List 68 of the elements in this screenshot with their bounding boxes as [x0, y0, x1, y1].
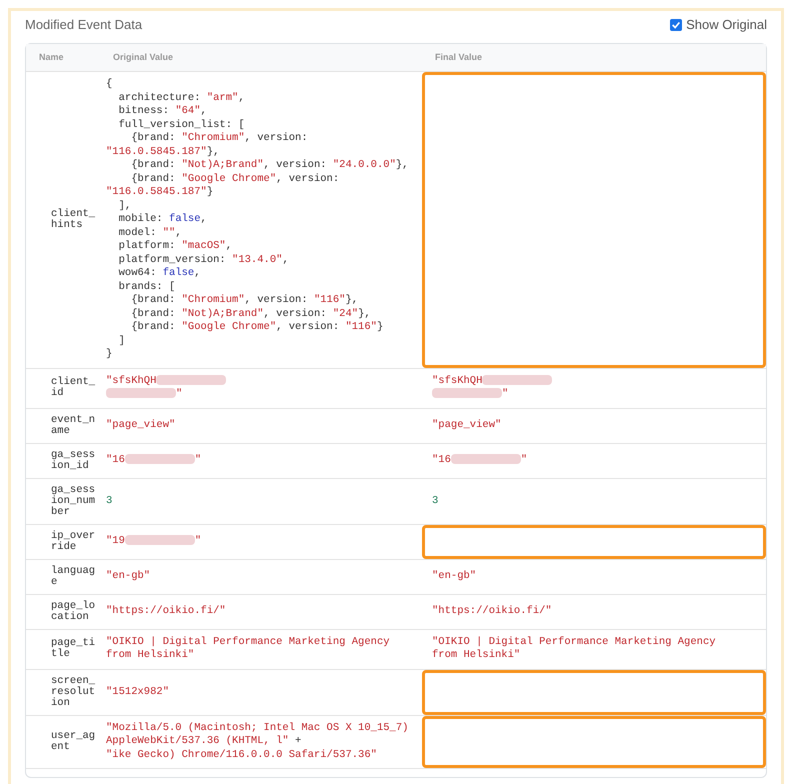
- code-line: mobile: false,: [118, 213, 208, 227]
- code-line: "OIKIO | Digital Performance Marketing Agency: [432, 636, 716, 649]
- blurred-text: [156, 374, 226, 385]
- code-line: {brand: "Not)A;Brand", version: "24.0.0.0"},: [130, 159, 408, 173]
- code-line: "Mozilla/5.0 (Macintosh; Intel Mac OS X 10_15_7): [106, 722, 408, 735]
- blurred-text: [106, 388, 176, 398]
- code-line: "https://oikio.fi/": [432, 605, 552, 618]
- code-line: from Helsinki": [432, 649, 522, 663]
- code-line: ],: [118, 200, 132, 213]
- code-line: "1512x982": [106, 686, 170, 699]
- checkbox[interactable]: [670, 18, 682, 31]
- code-line: "OIKIO | Digital Performance Marketing Agency: [106, 636, 390, 649]
- column-header: Original Value: [113, 52, 174, 62]
- code-line: full_version_list: [: [118, 118, 246, 132]
- code-line: platform: "macOS",: [118, 240, 234, 254]
- checkbox-label: Show Original: [686, 16, 767, 34]
- field-name: language: [51, 566, 96, 588]
- code-line: {brand: "Chromium", version: "116"},: [130, 294, 360, 308]
- code-line: "https://oikio.fi/": [106, 605, 226, 618]
- field-name: ga_session_number: [51, 484, 96, 518]
- column-header: Final Value: [435, 52, 482, 62]
- field-name: ip_override: [51, 530, 96, 553]
- blurred-text: [124, 535, 195, 546]
- code-line: "en-gb": [106, 570, 150, 584]
- code-line: brands: [: [118, 280, 176, 294]
- code-line: ": [432, 388, 552, 402]
- code-line: platform_version: "13.4.0",: [118, 254, 290, 267]
- code-line: {brand: "Not)A;Brand", version: "24"},: [130, 308, 372, 321]
- field-name: client_hints: [51, 209, 96, 231]
- code-line: {brand: "Chromium", version:: [130, 132, 309, 146]
- code-line: "en-gb": [432, 570, 476, 584]
- code-line: architecture: "arm",: [118, 92, 246, 105]
- code-line: }: [106, 348, 114, 362]
- code-line: {: [106, 78, 114, 92]
- code-line: from Helsinki": [106, 649, 196, 663]
- code-line: "ike Gecko) Chrome/116.0.0.0 Safari/537.36": [106, 748, 378, 762]
- code-line: bitness: "64",: [118, 105, 208, 119]
- blurred-text: [450, 454, 521, 464]
- code-line: "16 ": [432, 454, 528, 468]
- panel-title: Modified Event Data: [25, 16, 142, 34]
- field-name: screen_resolution: [51, 676, 96, 709]
- code-line: "16 ": [106, 454, 202, 468]
- blurred-text: [482, 374, 552, 385]
- code-line: "page_view": [432, 419, 502, 432]
- code-line: wow64: false,: [118, 267, 202, 281]
- field-name: page_title: [51, 638, 96, 660]
- code-line: "sfsKhQH: [106, 374, 226, 388]
- code-line: 3: [432, 494, 438, 508]
- code-line: "116.0.5845.187"},: [106, 146, 220, 159]
- code-line: AppleWebKit/537.36 (KHTML, l" +: [106, 735, 302, 749]
- code-line: {brand: "Google Chrome", version:: [130, 172, 340, 186]
- code-line: 3: [106, 494, 112, 508]
- blurred-text: [432, 388, 502, 398]
- code-line: ": [106, 388, 226, 402]
- code-line: "sfsKhQH: [432, 374, 552, 388]
- code-line: "116.0.5845.187"}: [106, 186, 214, 200]
- field-name: client_id: [51, 377, 96, 400]
- field-name: event_name: [51, 414, 96, 437]
- field-name: ga_session_id: [51, 450, 96, 472]
- code-line: model: "",: [118, 226, 183, 240]
- column-header: Name: [39, 52, 64, 62]
- field-name: page_location: [51, 600, 96, 623]
- code-line: "page_view": [106, 419, 176, 432]
- blurred-text: [124, 454, 195, 464]
- field-name: user_agent: [51, 731, 96, 753]
- code-line: ]: [118, 334, 126, 348]
- code-line: {brand: "Google Chrome", version: "116"}: [130, 321, 384, 335]
- code-line: "19 ": [106, 535, 202, 548]
